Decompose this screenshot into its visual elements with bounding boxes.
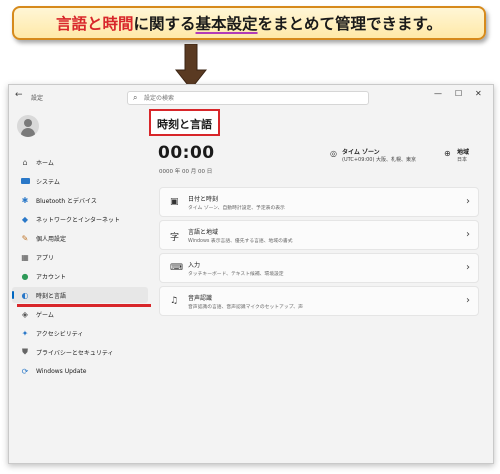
sidebar-item-label: ホーム xyxy=(36,159,54,167)
keyboard-icon: ⌨ xyxy=(170,263,183,273)
globe-clock-icon: ◐ xyxy=(21,290,29,300)
settings-window: ← 設定 ⌕ — ☐ ✕ ⌂ ホーム システム ✱ Bluetooth とデバイ… xyxy=(8,84,494,464)
sidebar-item-bluetooth[interactable]: ✱ Bluetooth とデバイス xyxy=(12,192,148,208)
brush-icon: ✎ xyxy=(21,233,29,243)
card-title: 日付と時刻 xyxy=(188,196,219,203)
sidebar-item-home[interactable]: ⌂ ホーム xyxy=(12,154,148,170)
card-title: 入力 xyxy=(188,262,201,269)
sidebar-item-personalization[interactable]: ✎ 個人用設定 xyxy=(12,230,148,246)
title-bar: ← 設定 ⌕ — ☐ ✕ xyxy=(9,85,493,111)
banner-text: に関する xyxy=(133,15,196,33)
sidebar-item-label: アクセシビリティ xyxy=(36,330,84,338)
wifi-icon: ◆ xyxy=(21,214,29,224)
card-date-time[interactable]: ▣ 日付と時刻 タイム ゾーン、自動時計設定、予定表の表示 › xyxy=(159,187,479,217)
card-subtitle: タイム ゾーン、自動時計設定、予定表の表示 xyxy=(188,206,285,211)
timezone-value: (UTC+09:00) 大阪、札幌、東京 xyxy=(342,157,417,163)
sidebar-item-label: 個人用設定 xyxy=(36,235,67,243)
sidebar-item-apps[interactable]: ▦ アプリ xyxy=(12,249,148,265)
clock-display: 00:00 xyxy=(158,143,215,163)
timezone-icon: ◎ xyxy=(330,149,337,158)
sidebar-item-label: アカウント xyxy=(36,273,67,281)
microphone-icon: ♫ xyxy=(170,296,179,306)
callout-banner: 言語と時間 に関する 基本設定 をまとめて管理できます。 xyxy=(12,6,486,40)
chevron-right-icon: › xyxy=(466,295,470,306)
close-icon[interactable]: ✕ xyxy=(475,89,482,98)
active-indicator xyxy=(12,291,14,299)
bluetooth-icon: ✱ xyxy=(21,195,29,205)
card-typing[interactable]: ⌨ 入力 タッチキーボード、テキスト候補、環境設定 › xyxy=(159,253,479,283)
sidebar-item-accounts[interactable]: ● アカウント xyxy=(12,268,148,284)
sidebar-item-windows-update[interactable]: ⟳ Windows Update xyxy=(12,363,148,379)
sidebar-item-label: システム xyxy=(36,178,60,186)
back-arrow-icon[interactable]: ← xyxy=(15,90,23,100)
chevron-right-icon: › xyxy=(466,229,470,240)
gamepad-icon: ◈ xyxy=(21,309,29,319)
card-language-region[interactable]: 字 言語と地域 Windows 表示言語、優先する言語、地域の書式 › xyxy=(159,220,479,250)
sidebar-item-label: ゲーム xyxy=(36,311,54,319)
date-display: 0000 年 00 月 00 日 xyxy=(159,169,213,175)
home-icon: ⌂ xyxy=(22,157,28,167)
monitor-icon xyxy=(20,176,30,186)
region-icon: ⊕ xyxy=(444,149,451,158)
avatar[interactable] xyxy=(17,115,39,137)
shield-icon: ⛊ xyxy=(22,347,28,356)
card-subtitle: Windows 表示言語、優先する言語、地域の書式 xyxy=(188,239,293,244)
page-title: 時刻と言語 xyxy=(157,118,212,131)
language-icon: 字 xyxy=(170,233,180,243)
sidebar-item-label: Windows Update xyxy=(36,367,87,375)
card-subtitle: 音声認識の言語、音声認識マイクのセットアップ、声 xyxy=(188,305,303,310)
minimize-icon[interactable]: — xyxy=(434,89,442,98)
sidebar-item-label: 時刻と言語 xyxy=(36,292,67,300)
sidebar-item-accessibility[interactable]: ✦ アクセシビリティ xyxy=(12,325,148,341)
chevron-right-icon: › xyxy=(466,196,470,207)
person-icon: ● xyxy=(21,271,29,281)
calendar-clock-icon: ▣ xyxy=(170,197,179,207)
search-box[interactable]: ⌕ xyxy=(127,91,369,105)
card-subtitle: タッチキーボード、テキスト候補、環境設定 xyxy=(188,272,284,277)
search-icon: ⌕ xyxy=(133,93,138,102)
sidebar-item-system[interactable]: システム xyxy=(12,173,148,189)
region-value: 日本 xyxy=(457,157,468,163)
search-input[interactable] xyxy=(144,93,354,103)
banner-highlight-red: 言語と時間 xyxy=(56,15,134,33)
region-label: 地域 xyxy=(457,149,470,156)
sidebar-item-label: ネットワークとインターネット xyxy=(36,216,121,224)
sidebar-item-privacy[interactable]: ⛊ プライバシーとセキュリティ xyxy=(12,344,148,360)
sidebar-item-gaming[interactable]: ◈ ゲーム xyxy=(12,306,148,322)
sidebar-item-label: Bluetooth とデバイス xyxy=(36,197,97,205)
accessibility-icon: ✦ xyxy=(21,328,29,338)
chevron-right-icon: › xyxy=(466,262,470,273)
card-title: 言語と地域 xyxy=(188,229,219,236)
sidebar-item-label: アプリ xyxy=(36,254,55,262)
banner-text-end: をまとめて管理できます。 xyxy=(257,15,442,33)
apps-icon: ▦ xyxy=(21,252,29,262)
app-title: 設定 xyxy=(31,95,44,102)
sidebar-item-label: プライバシーとセキュリティ xyxy=(36,349,114,357)
card-speech[interactable]: ♫ 音声認識 音声認識の言語、音声認識マイクのセットアップ、声 › xyxy=(159,286,479,316)
sidebar-item-time-language[interactable]: ◐ 時刻と言語 xyxy=(12,287,148,303)
timezone-label: タイム ゾーン xyxy=(342,149,380,156)
update-icon: ⟳ xyxy=(21,366,29,376)
page-title-highlight: 時刻と言語 xyxy=(149,109,220,136)
banner-highlight-underline: 基本設定 xyxy=(195,15,258,33)
sidebar-item-network[interactable]: ◆ ネットワークとインターネット xyxy=(12,211,148,227)
maximize-icon[interactable]: ☐ xyxy=(455,89,462,98)
card-title: 音声認識 xyxy=(188,295,213,302)
